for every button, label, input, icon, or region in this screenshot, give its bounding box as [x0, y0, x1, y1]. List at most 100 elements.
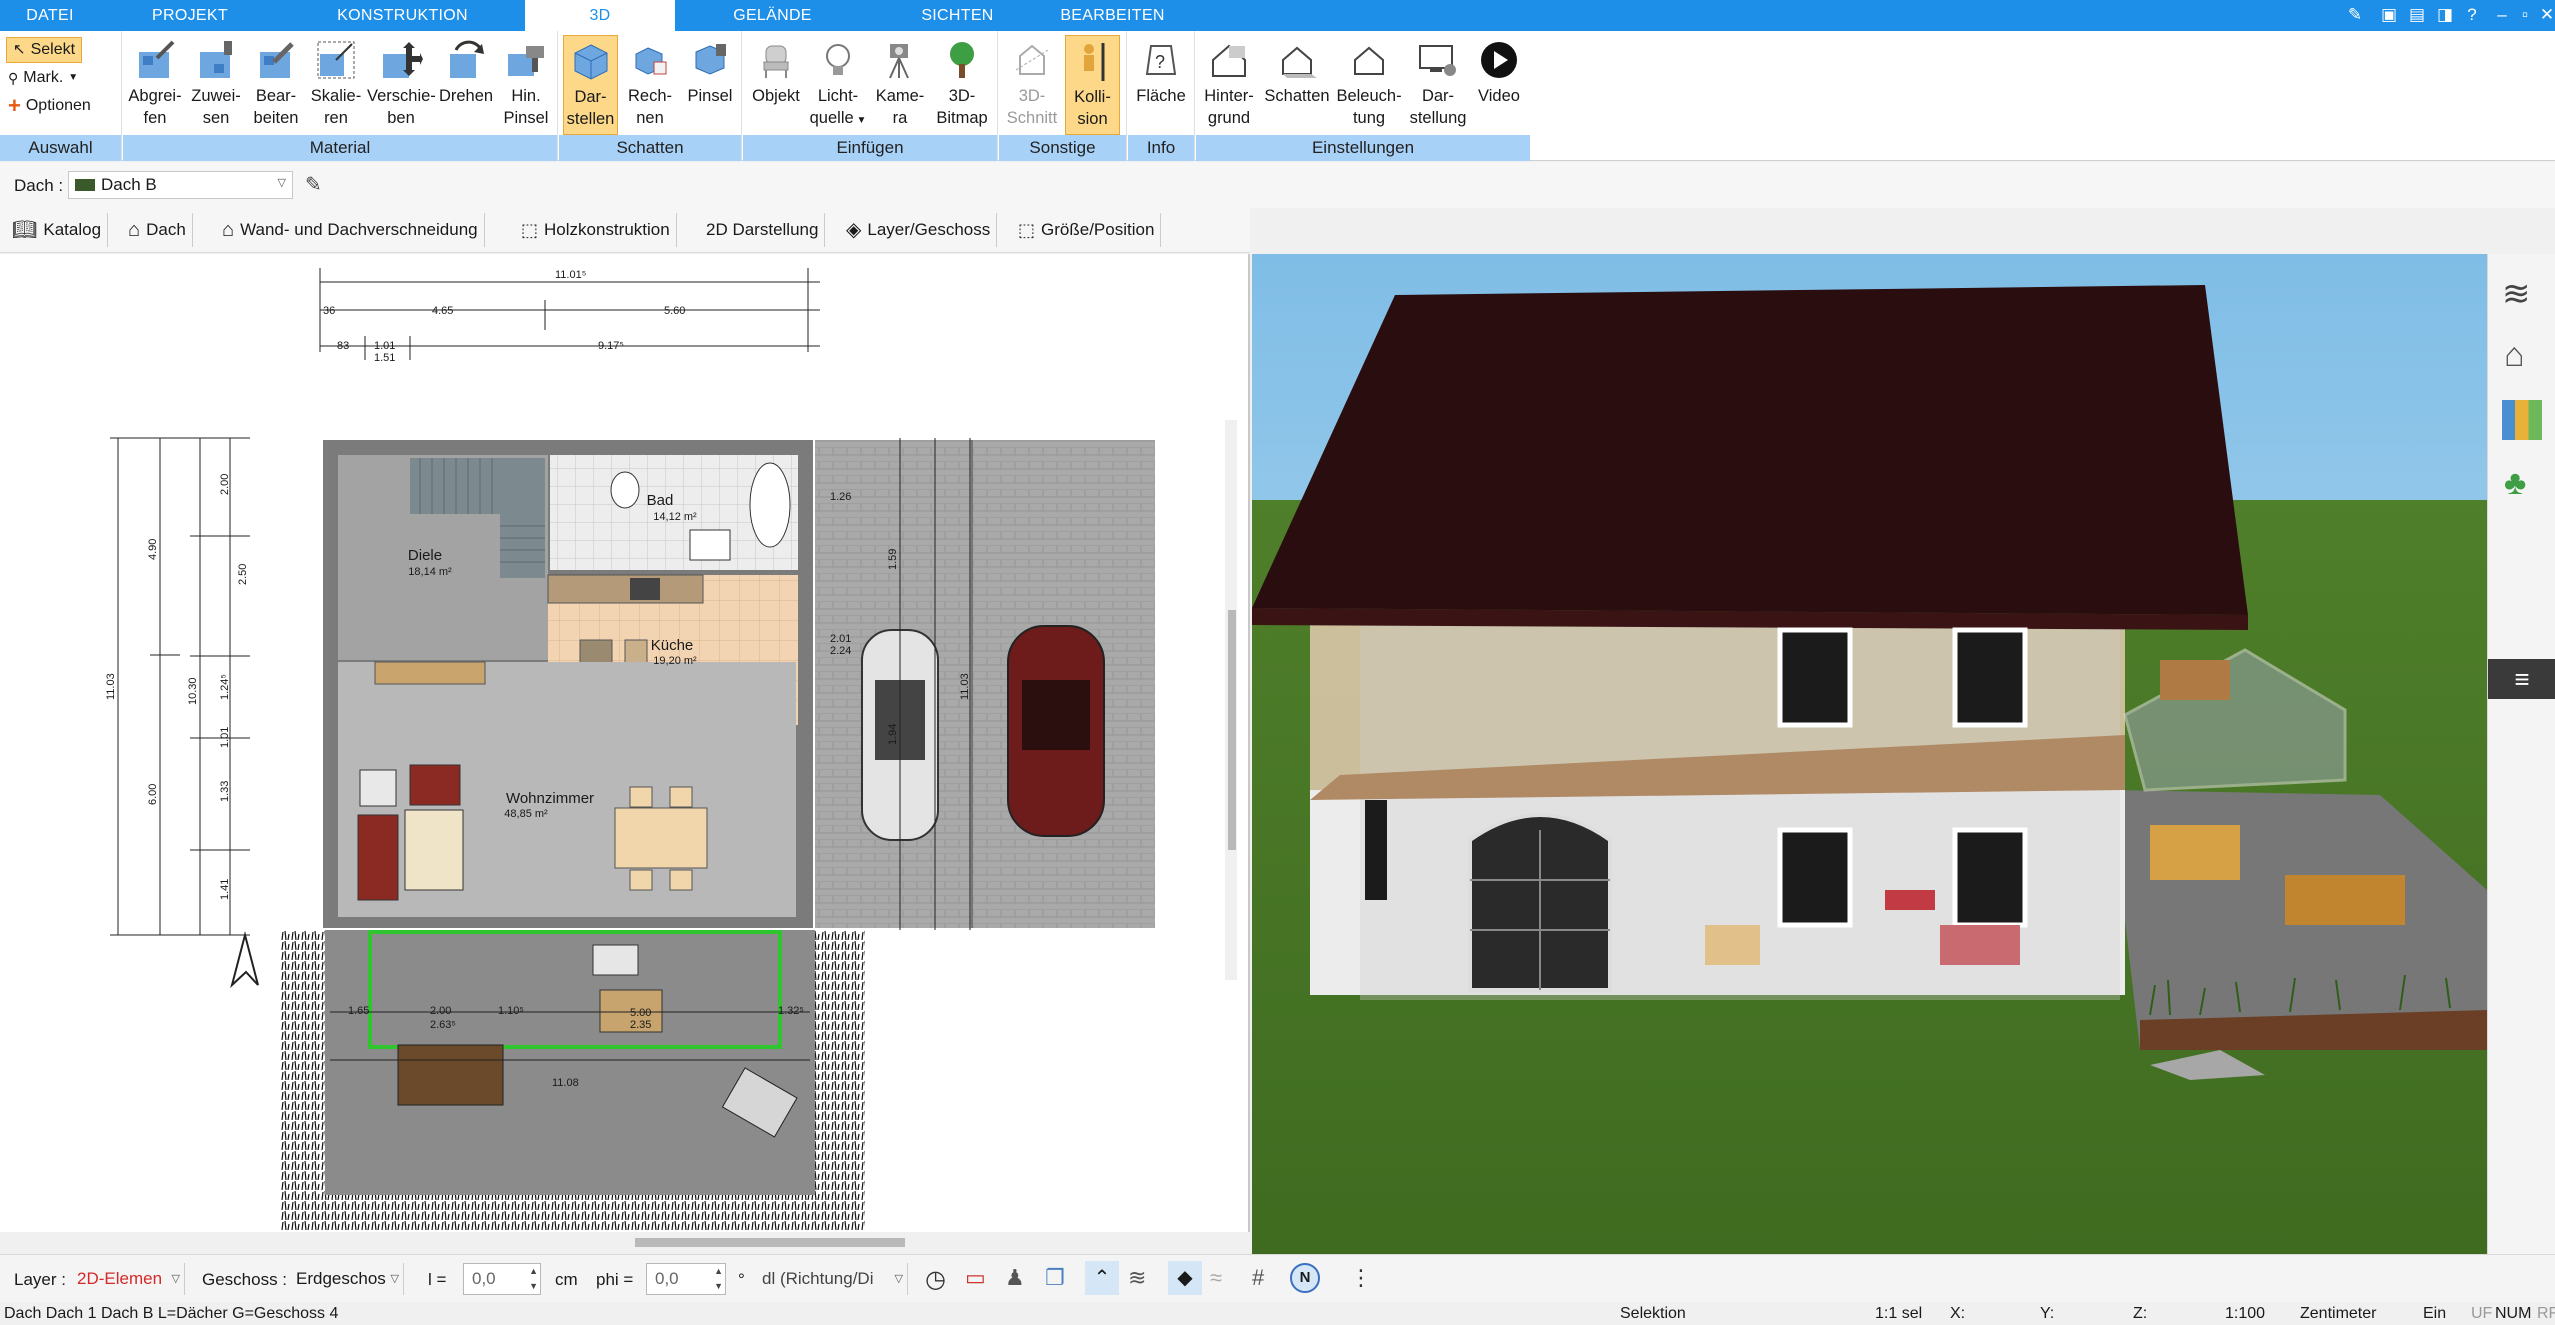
darstellung-button[interactable]: Dar- stellung: [1406, 35, 1470, 135]
group-einstellungen: Hinter- grund Schatten Beleuch- tung Dar…: [1196, 31, 1530, 161]
drehen-button[interactable]: Drehen: [437, 35, 495, 135]
schatten-pinsel-label: Pinsel: [687, 87, 733, 105]
group-label-auswahl: Auswahl: [0, 135, 121, 161]
close-icon[interactable]: ✕: [2535, 3, 2555, 27]
tab-katalog[interactable]: 📖︎ Katalog: [6, 213, 109, 247]
group-schatten: Dar- stellen Rech- nen Pinsel Schatten: [559, 31, 742, 161]
tab-groesse-position[interactable]: ⬚ Größe/Position: [1012, 213, 1162, 247]
skalieren-button[interactable]: Skalie- ren: [307, 35, 365, 135]
tab-gelaende[interactable]: GELÄNDE: [675, 0, 870, 31]
panel-menu-icon[interactable]: ≡: [2488, 659, 2555, 699]
plan-hscroll-thumb[interactable]: [635, 1238, 905, 1247]
optionen-button[interactable]: + Optionen: [8, 93, 91, 119]
tab-bearbeiten[interactable]: BEARBEITEN: [1045, 0, 1180, 31]
appliance: [359, 769, 397, 807]
schatten-pinsel-button[interactable]: Pinsel: [681, 35, 739, 135]
grid-icon[interactable]: #: [1252, 1265, 1264, 1291]
tab-datei[interactable]: DATEI: [0, 0, 100, 31]
hin-pinsel-button[interactable]: Hin. Pinsel: [497, 35, 555, 135]
hatch-icon[interactable]: ≋: [1128, 1265, 1146, 1291]
layer-select-value: 2D-Elemen: [77, 1269, 163, 1288]
beleuchtung-button[interactable]: Beleuch- tung: [1334, 35, 1404, 135]
tab-wand-dachverschneidung[interactable]: ⌂ Wand- und Dachverschneidung: [216, 213, 485, 247]
kollision-button[interactable]: Kolli- sion: [1065, 35, 1120, 135]
materials-side-icon[interactable]: [2502, 400, 2542, 440]
tools-icon[interactable]: ✎: [2343, 3, 2367, 27]
mark-button[interactable]: ⚲ Mark. ▼: [8, 65, 78, 91]
plants-side-icon[interactable]: ♣: [2504, 464, 2526, 503]
hintergrund-button[interactable]: Hinter- grund: [1198, 35, 1260, 135]
help-icon[interactable]: ?: [2460, 3, 2484, 27]
display-settings-icon: [1406, 35, 1470, 85]
3d-view[interactable]: [1252, 254, 2487, 1254]
lichtquelle-button[interactable]: Licht- quelle ▼: [807, 35, 869, 135]
more-options-icon[interactable]: ⋮: [1350, 1265, 1372, 1291]
tab-konstruktion[interactable]: KONSTRUKTION: [280, 0, 525, 31]
cursor-icon: ↖: [13, 41, 26, 58]
layer-select[interactable]: 2D-Elemen ▽: [73, 1263, 185, 1295]
objekt-button[interactable]: Objekt: [747, 35, 805, 135]
schatten-einstellung-button[interactable]: Schatten: [1262, 35, 1332, 135]
stepper-icon[interactable]: ▲ ▼: [714, 1264, 723, 1294]
shadow-compute-icon: [621, 35, 679, 85]
selekt-button[interactable]: ↖ Selekt: [6, 37, 83, 63]
north-toggle-icon[interactable]: N: [1290, 1263, 1320, 1293]
minimize-icon[interactable]: –: [2490, 3, 2514, 27]
kamera-button[interactable]: Kame- ra: [871, 35, 929, 135]
geschoss-select[interactable]: Erdgeschos ▽: [292, 1263, 404, 1295]
dim-terr-c: 1.10⁵: [498, 1005, 524, 1017]
people-icon[interactable]: ♟: [1005, 1265, 1025, 1291]
room-area-diele: 18,14 m²: [408, 566, 452, 578]
plan-vscroll-thumb[interactable]: [1228, 610, 1236, 850]
roof-select[interactable]: Dach B ▽: [68, 171, 293, 199]
tab-dach[interactable]: ⌂ Dach: [122, 213, 193, 247]
flaeche-button[interactable]: ? Fläche: [1132, 35, 1190, 135]
video-button[interactable]: Video: [1472, 35, 1526, 135]
direction-select[interactable]: dl (Richtung/Di ▽: [758, 1263, 908, 1295]
panel-icon[interactable]: ▤: [2405, 3, 2429, 27]
schnitt-3d-button[interactable]: 3D- Schnitt: [1003, 35, 1061, 135]
sideboard: [374, 661, 486, 685]
rechnen-button[interactable]: Rech- nen: [621, 35, 679, 135]
cm-unit: cm: [555, 1270, 578, 1289]
abgreifen-button[interactable]: Abgrei- fen: [125, 35, 185, 135]
dim-terr-g: 5.00: [630, 1007, 651, 1019]
tab-layer-geschoss[interactable]: ◈ Layer/Geschoss: [840, 213, 998, 247]
tab-holzkonstruktion[interactable]: ⬚ Holzkonstruktion: [515, 213, 677, 247]
bitmap-3d-button[interactable]: 3D- Bitmap: [931, 35, 993, 135]
tab-2d-darstellung[interactable]: 2D Darstellung: [700, 213, 826, 247]
dim-left-a: 4.90: [147, 539, 159, 560]
ground-window: [1777, 827, 1853, 928]
bearbeiten-label-2: beiten: [253, 109, 299, 127]
plane-icon[interactable]: ◆: [1168, 1261, 1202, 1295]
zuweisen-button[interactable]: Zuwei- sen: [187, 35, 245, 135]
dim-terr-f: 11.08: [552, 1077, 579, 1089]
tab-sichten[interactable]: SICHTEN: [870, 0, 1045, 31]
theme-icon[interactable]: ◨: [2433, 3, 2457, 27]
layers-side-icon[interactable]: ≋: [2502, 274, 2531, 314]
floor-plan-view[interactable]: 11.01⁵ 4.65 5.60 9.17⁵ 1.01 1.51 83 36 1…: [0, 254, 1250, 1232]
clock-icon[interactable]: ◷: [925, 1265, 946, 1294]
roof-view-icon[interactable]: ⌃: [1085, 1261, 1119, 1295]
maximize-icon[interactable]: ▫: [2513, 3, 2537, 27]
pencil-icon[interactable]: ✎: [305, 172, 322, 197]
verschieben-button[interactable]: Verschie- ben: [367, 35, 436, 135]
darstellung-label-2: stellung: [1409, 109, 1467, 127]
dim-terr-d: 1.65: [348, 1005, 369, 1017]
phi-input[interactable]: 0,0 ▲ ▼: [646, 1263, 726, 1295]
wave-icon[interactable]: ≈: [1210, 1265, 1222, 1291]
tab-projekt[interactable]: PROJEKT: [100, 0, 280, 31]
beleuchtung-label-2: tung: [1352, 109, 1386, 127]
length-input[interactable]: 0,0 ▲ ▼: [463, 1263, 541, 1295]
bearbeiten-button[interactable]: Bear- beiten: [247, 35, 305, 135]
darstellen-button[interactable]: Dar- stellen: [563, 35, 618, 135]
chevron-down-icon: ▽: [390, 1273, 399, 1285]
plan-hscrollbar[interactable]: [0, 1232, 1250, 1254]
furniture-side-icon[interactable]: ⌂: [2504, 336, 2525, 375]
copy-icon[interactable]: ❐: [1045, 1265, 1065, 1291]
screen-icon[interactable]: ▭: [965, 1265, 986, 1291]
ground-window: [1952, 827, 2028, 928]
stepper-icon[interactable]: ▲ ▼: [529, 1264, 538, 1294]
window-restore-icon[interactable]: ▣: [2377, 3, 2401, 27]
tab-3d[interactable]: 3D: [525, 0, 675, 31]
